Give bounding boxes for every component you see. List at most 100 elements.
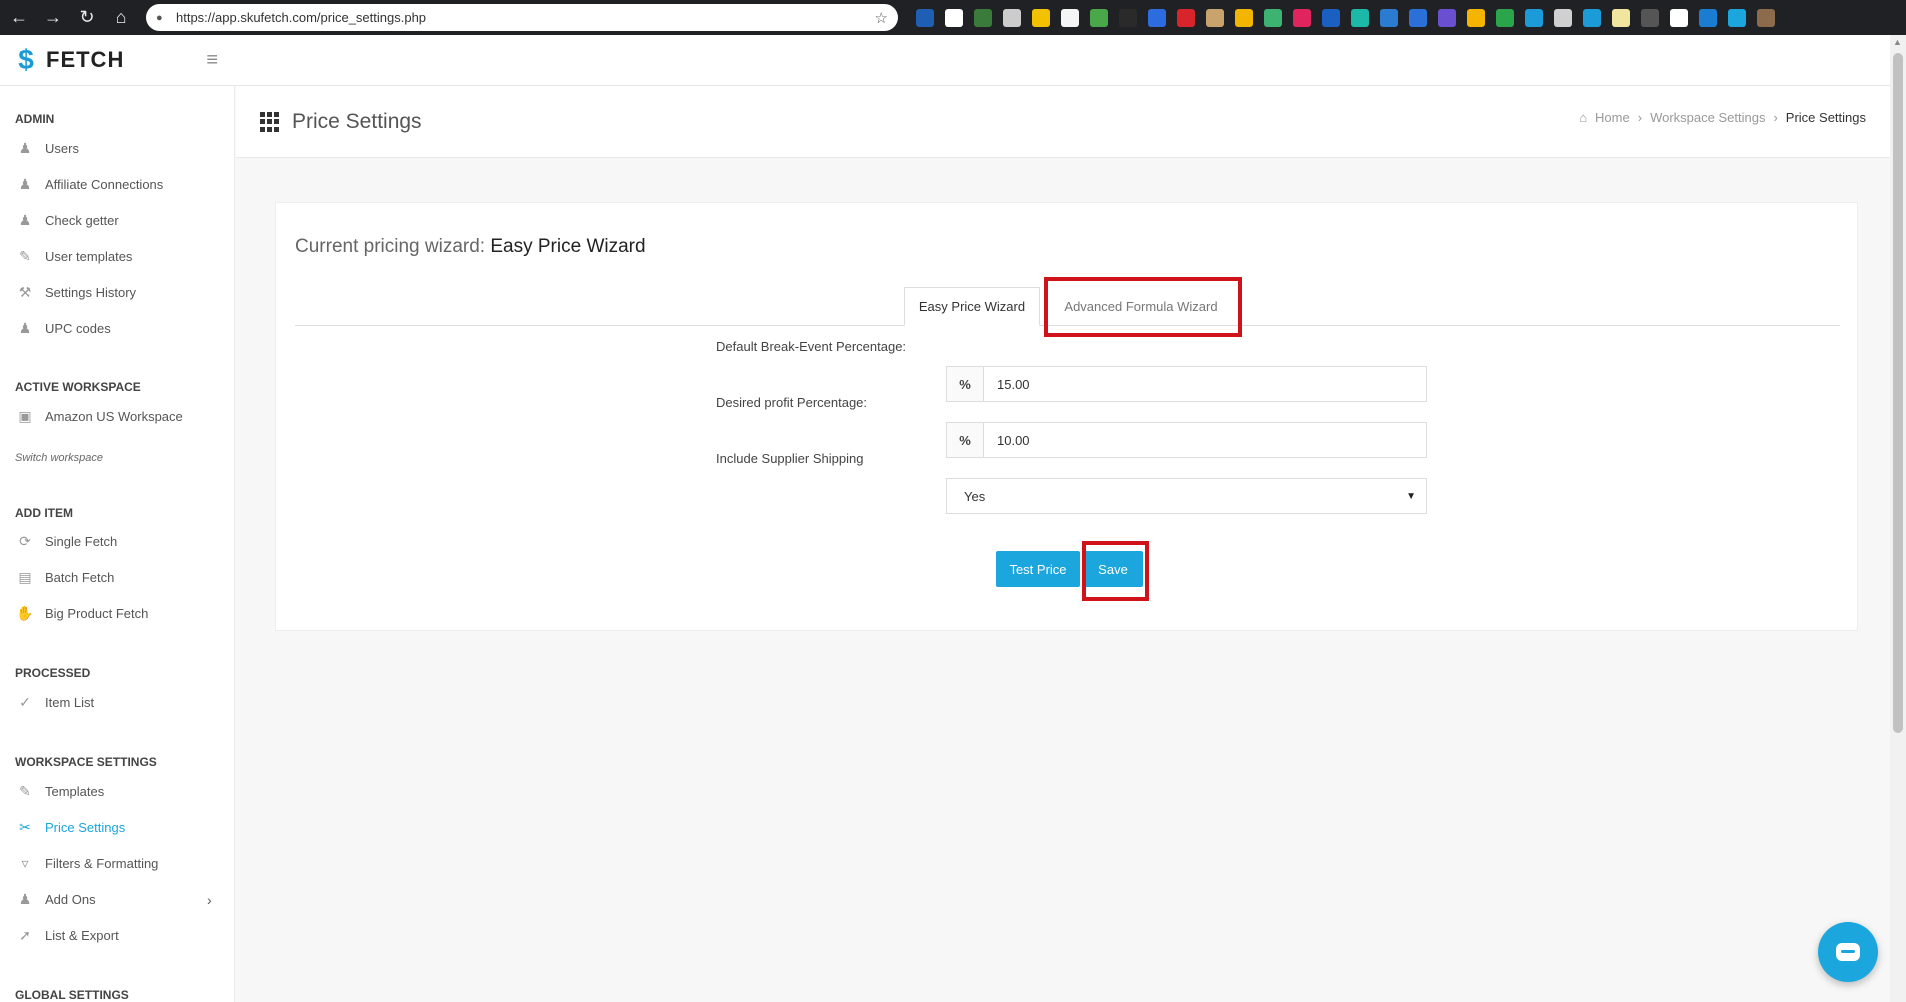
address-bar[interactable]: ● https://app.skufetch.com/price_setting… (146, 4, 898, 31)
users-icon: ♟ (18, 176, 32, 192)
browser-extension-icon[interactable] (1206, 8, 1224, 27)
tab-easy-price-wizard[interactable]: Easy Price Wizard (904, 287, 1040, 326)
price-settings-card: Current pricing wizard: Easy Price Wizar… (275, 202, 1858, 631)
browser-extension-icon[interactable] (1612, 8, 1630, 27)
browser-extension-icon[interactable] (1322, 8, 1340, 27)
sidebar-item-users[interactable]: ♟ Users (15, 140, 79, 157)
browser-extension-icon[interactable] (1264, 8, 1282, 27)
reload-icon[interactable]: ↻ (72, 3, 102, 33)
browser-extension-icon[interactable] (1670, 8, 1688, 27)
browser-extension-icon[interactable] (1061, 8, 1079, 27)
section-admin: ADMIN (15, 112, 55, 126)
browser-extension-icon[interactable] (1699, 8, 1717, 27)
sidebar-item-price-settings[interactable]: ✂ Price Settings (15, 819, 125, 836)
app-header: $ FETCH ≡ (0, 35, 1890, 86)
browser-extension-icon[interactable] (1235, 8, 1253, 27)
menu-toggle-icon[interactable]: ≡ (206, 49, 218, 72)
browser-extension-icon[interactable] (1525, 8, 1543, 27)
browser-extension-icon[interactable] (1409, 8, 1427, 27)
percent-addon: % (947, 367, 984, 401)
user-plus-icon: ♟ (18, 891, 32, 907)
sidebar-item-single-fetch[interactable]: ⟳ Single Fetch (15, 533, 117, 550)
lock-icon: ● (156, 11, 163, 24)
scroll-up-icon[interactable]: ▲ (1893, 37, 1902, 47)
browser-extension-icon[interactable] (1177, 8, 1195, 27)
home-icon: ⌂ (1579, 110, 1588, 125)
sidebar-item-filters-formatting[interactable]: ▿ Filters & Formatting (15, 855, 158, 872)
browser-extension-icon[interactable] (1351, 8, 1369, 27)
browser-extension-icon[interactable] (1119, 8, 1137, 27)
browser-extension-icon[interactable] (1090, 8, 1108, 27)
browser-extension-icon[interactable] (1467, 8, 1485, 27)
filter-icon: ▿ (21, 855, 29, 871)
sidebar-item-upc-codes[interactable]: ♟ UPC codes (15, 320, 111, 337)
browser-extension-icon[interactable] (1148, 8, 1166, 27)
breadcrumb-home[interactable]: Home (1595, 110, 1630, 125)
browser-extension-icon[interactable] (1003, 8, 1021, 27)
page-scrollbar[interactable]: ▲ (1890, 35, 1906, 1002)
sidebar-item-add-ons[interactable]: ♟ Add Ons (15, 891, 96, 908)
grid-icon (260, 112, 280, 132)
switch-workspace-link[interactable]: Switch workspace (15, 452, 103, 464)
sidebar-item-check-getter[interactable]: ♟ Check getter (15, 212, 119, 229)
browser-extension-icon[interactable] (1293, 8, 1311, 27)
shipping-select-value: Yes (964, 488, 986, 504)
bookmark-star-icon[interactable]: ☆ (875, 9, 888, 27)
browser-extension-icon[interactable] (974, 8, 992, 27)
url-text: https://app.skufetch.com/price_settings.… (176, 10, 427, 25)
fetch-logo[interactable]: $ FETCH (12, 46, 124, 74)
sidebar-item-settings-history[interactable]: ⚒ Settings History (15, 284, 136, 301)
sidebar-item-batch-fetch[interactable]: ▤ Batch Fetch (15, 569, 114, 586)
section-processed: PROCESSED (15, 666, 91, 680)
highlight-box-advanced-tab (1044, 277, 1242, 337)
test-price-button[interactable]: Test Price (996, 551, 1080, 587)
users-icon: ♟ (18, 320, 32, 336)
refresh-icon: ⟳ (19, 533, 31, 549)
sidebar-item-templates[interactable]: ✎ Templates (15, 783, 104, 800)
section-active-workspace: ACTIVE WORKSPACE (15, 380, 141, 394)
pencil-icon: ✎ (19, 783, 31, 799)
chevron-right-icon[interactable]: › (207, 892, 212, 908)
browser-extension-icon[interactable] (1554, 8, 1572, 27)
shipping-select[interactable]: Yes ▼ (946, 478, 1427, 514)
back-icon[interactable]: ← (4, 3, 34, 33)
browser-extension-icon[interactable] (1728, 8, 1746, 27)
break-even-input[interactable]: 15.00 (984, 367, 1426, 401)
page-title: Price Settings (260, 110, 422, 134)
browser-extension-icon[interactable] (1641, 8, 1659, 27)
browser-extension-icon[interactable] (1380, 8, 1398, 27)
sidebar-item-big-product-fetch[interactable]: ✋ Big Product Fetch (15, 605, 148, 622)
profit-input[interactable]: 10.00 (984, 423, 1426, 457)
profit-label: Desired profit Percentage: (716, 395, 868, 410)
home-icon[interactable]: ⌂ (106, 3, 136, 33)
page-header: Price Settings ⌂ Home › Workspace Settin… (236, 86, 1890, 158)
users-icon: ♟ (18, 212, 32, 228)
sidebar-item-user-templates[interactable]: ✎ User templates (15, 248, 132, 265)
breadcrumb: ⌂ Home › Workspace Settings › Price Sett… (1575, 110, 1870, 125)
percent-addon: % (947, 423, 984, 457)
forward-icon[interactable]: → (38, 3, 68, 33)
break-even-label: Default Break-Event Percentage: (716, 339, 907, 354)
shipping-label: Include Supplier Shipping (716, 451, 864, 466)
section-global-settings: GLOBAL SETTINGS (15, 988, 129, 1002)
scroll-thumb[interactable] (1893, 53, 1903, 733)
current-wizard-name: Easy Price Wizard (490, 236, 646, 257)
logo-mark-icon: $ (18, 44, 34, 75)
tools-icon: ⚒ (18, 284, 32, 300)
browser-extension-icon[interactable] (1438, 8, 1456, 27)
browser-extension-icon[interactable] (916, 8, 934, 27)
browser-extension-icon[interactable] (1757, 8, 1775, 27)
browser-extension-icon[interactable] (1583, 8, 1601, 27)
checklist-icon: ✓ (19, 694, 31, 710)
browser-extension-icon[interactable] (945, 8, 963, 27)
browser-extension-icon[interactable] (1496, 8, 1514, 27)
chat-widget-button[interactable] (1818, 922, 1878, 982)
sidebar-item-item-list[interactable]: ✓ Item List (15, 694, 94, 711)
breadcrumb-workspace-settings[interactable]: Workspace Settings (1650, 110, 1765, 125)
sidebar-item-list-export[interactable]: ➚ List & Export (15, 927, 119, 944)
browser-extension-icon[interactable] (1032, 8, 1050, 27)
breadcrumb-separator: › (1637, 110, 1643, 125)
sidebar-item-amazon-workspace[interactable]: ▣ Amazon US Workspace (15, 408, 182, 425)
sidebar-item-affiliate-connections[interactable]: ♟ Affiliate Connections (15, 176, 164, 193)
price-tag-icon: ✂ (19, 819, 31, 835)
